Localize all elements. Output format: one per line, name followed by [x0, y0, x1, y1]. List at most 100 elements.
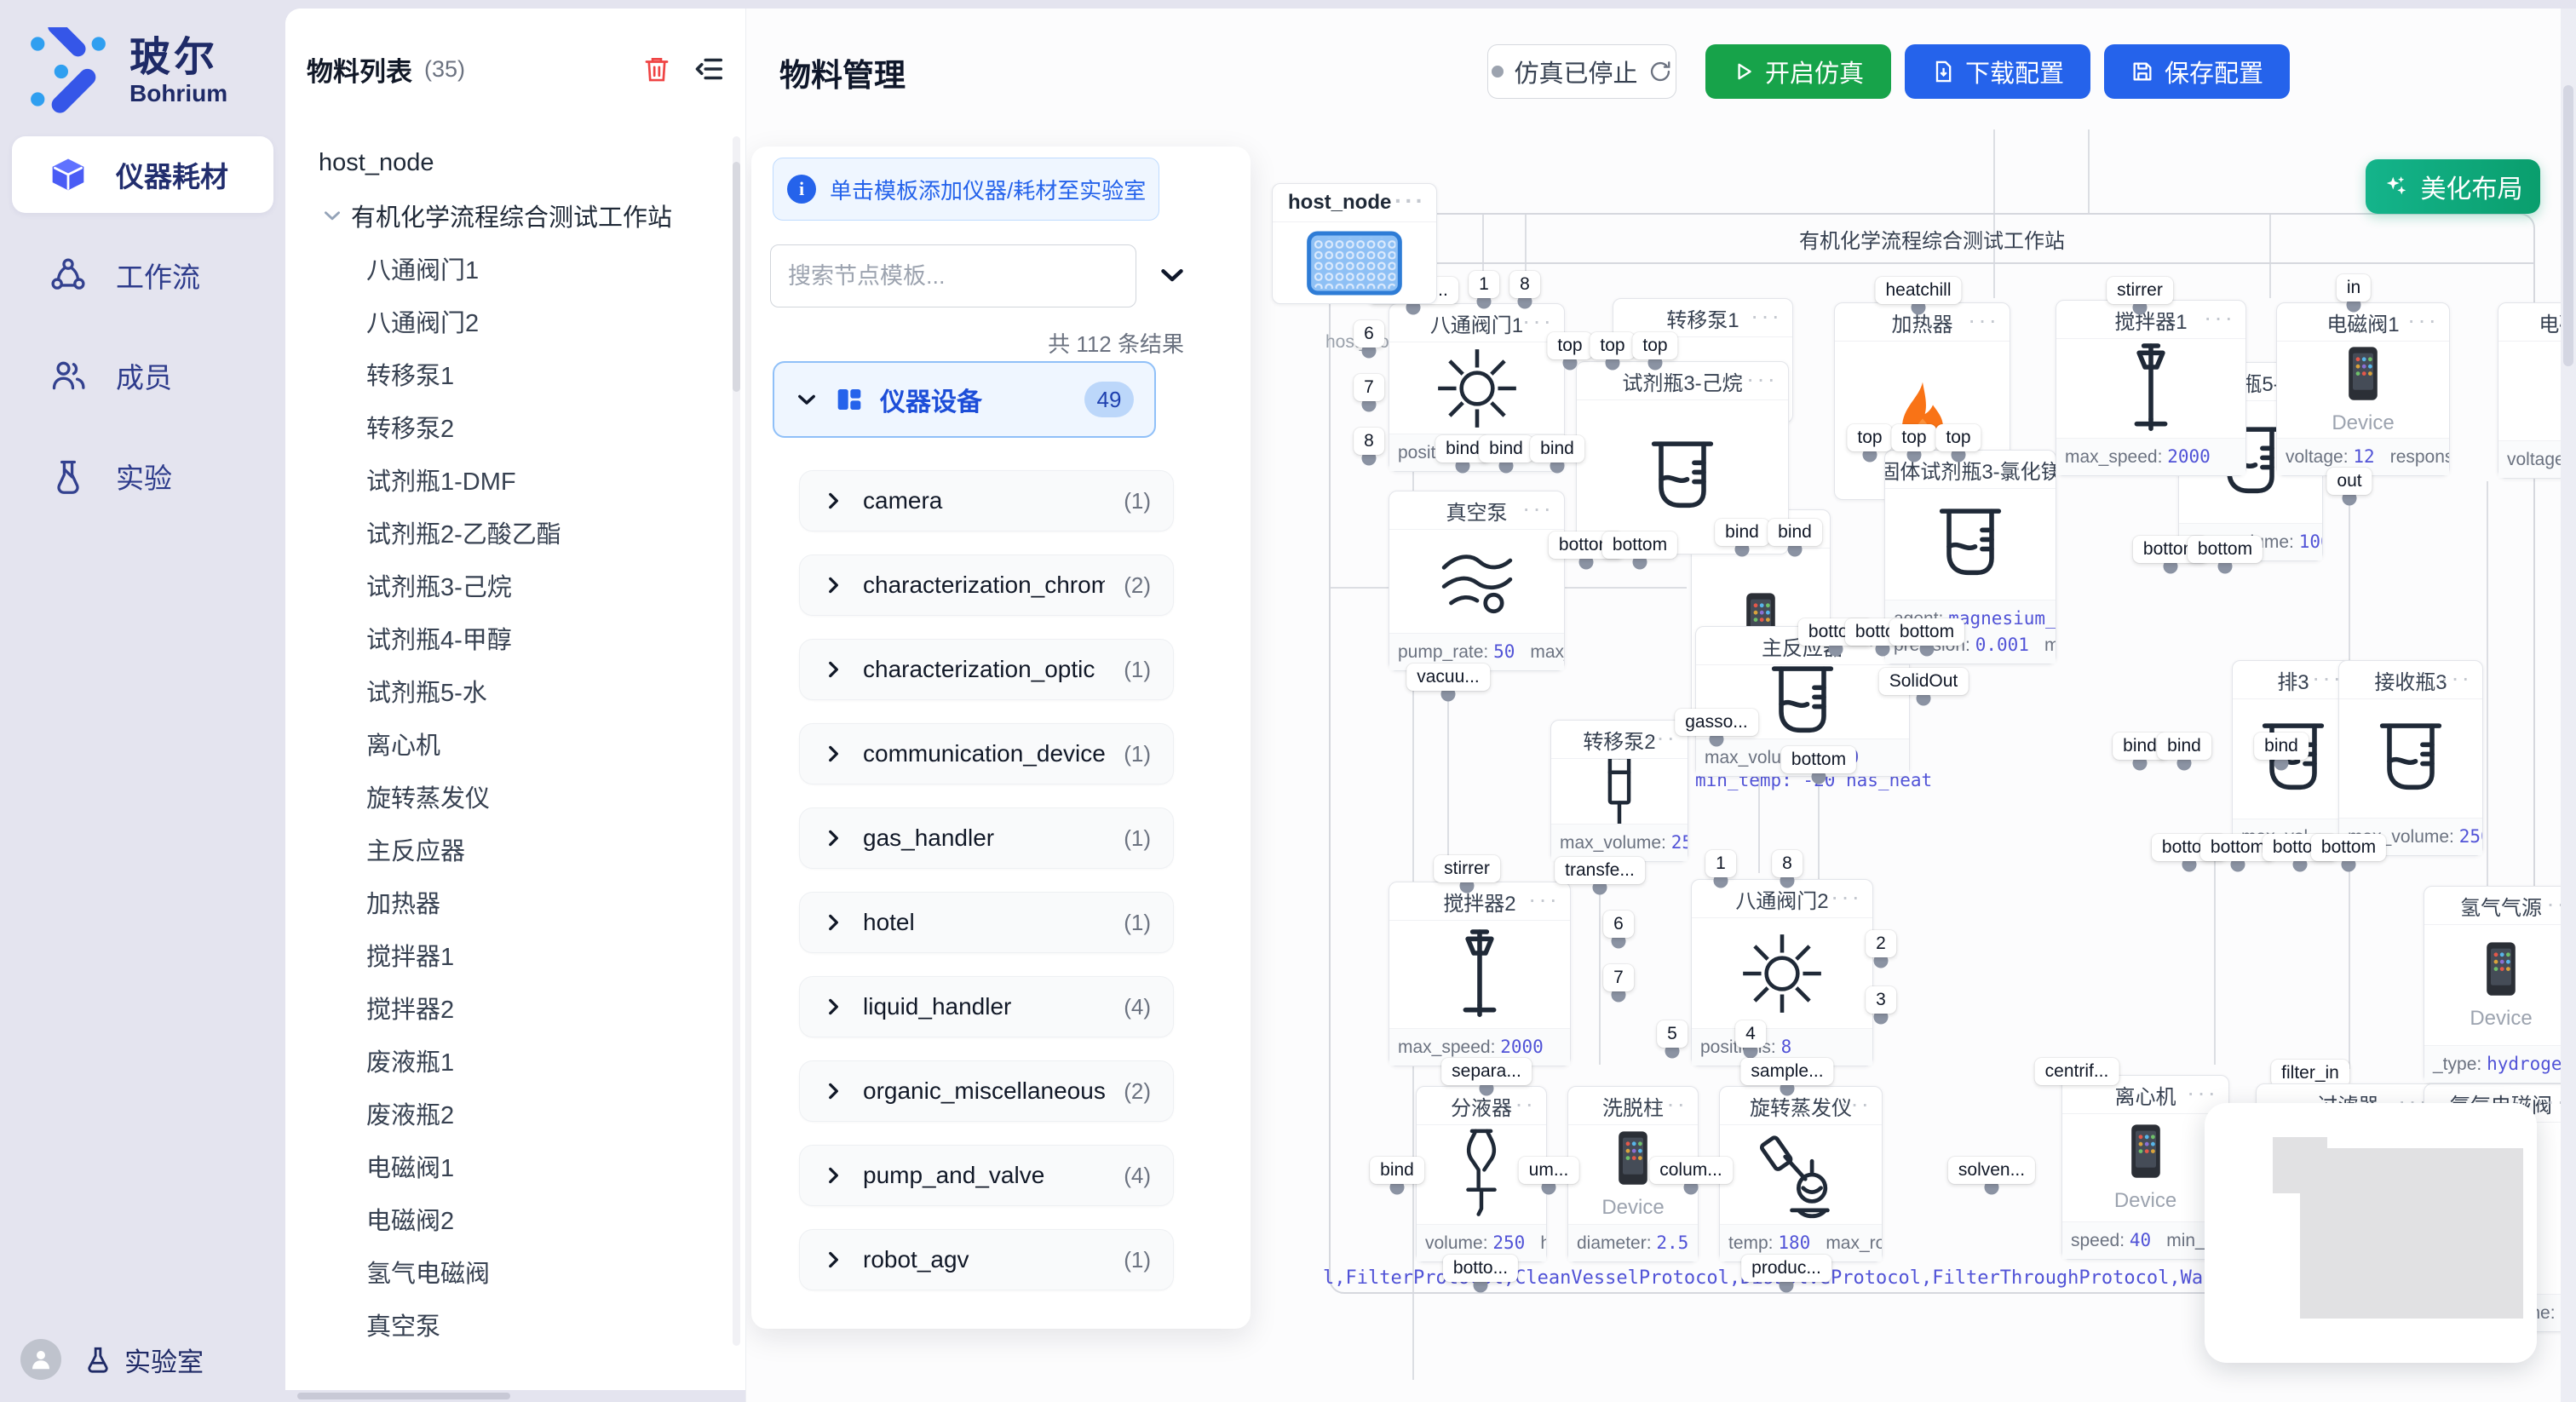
node-menu-icon[interactable]: ··· — [1528, 886, 1560, 913]
port-pill-bind[interactable]: bind — [1479, 435, 1533, 463]
port-pill-top[interactable]: top — [1847, 424, 1892, 451]
category-row-communication_devices[interactable]: communication_devices (1) — [799, 723, 1174, 784]
port-pill-8[interactable]: 8 — [1509, 271, 1540, 298]
port-pill-bottom[interactable]: bottom — [2188, 536, 2263, 563]
port-pill-stirrer[interactable]: stirrer — [1434, 855, 1500, 882]
port-pill-bind[interactable]: bind — [1715, 519, 1769, 546]
port-pill-top[interactable]: top — [1891, 424, 1936, 451]
node-menu-icon[interactable]: ··· — [1522, 495, 1554, 522]
graph-node[interactable]: 真空泵···pump_rate: 50max_vacuum: 0.1 — [1389, 491, 1565, 671]
node-menu-icon[interactable]: ··· — [1840, 1090, 1872, 1118]
node-menu-icon[interactable]: ··· — [1656, 1090, 1688, 1118]
category-row-liquid_handler[interactable]: liquid_handler (4) — [799, 976, 1174, 1037]
port-pill-um[interactable]: um... — [1519, 1157, 1579, 1184]
port-pill-bind[interactable]: bind — [2157, 733, 2211, 760]
port-pill-colum[interactable]: colum... — [1649, 1157, 1733, 1184]
start-simulation-button[interactable]: 开启仿真 — [1705, 44, 1891, 99]
tree-item[interactable]: 试剂瓶1-DMF — [307, 453, 711, 506]
port-pill-bind[interactable]: bind — [2254, 733, 2309, 760]
node-menu-icon[interactable]: ··· — [1831, 883, 1862, 911]
outdent-list-icon[interactable] — [693, 54, 724, 84]
category-row-characterization_optic[interactable]: characterization_optic (1) — [799, 639, 1174, 700]
tree-item[interactable]: 转移泵2 — [307, 400, 711, 453]
graph-node[interactable]: 电磁阀1···Devicevoltage: 12response_time: 0… — [2276, 302, 2450, 476]
sidebar-item-workflow[interactable]: 工作流 — [12, 237, 273, 313]
port-pill-3[interactable]: 3 — [1866, 986, 1896, 1014]
tree-item[interactable]: 搅拌器1 — [307, 928, 711, 981]
graph-node[interactable]: 转移泵2···max_volume: 25transfer_rate: 10 — [1550, 720, 1688, 862]
port-pill-top[interactable]: top — [1547, 332, 1592, 359]
port-pill-bottom[interactable]: bottom — [1889, 618, 1964, 646]
category-row-camera[interactable]: camera (1) — [799, 470, 1174, 531]
save-config-button[interactable]: 保存配置 — [2104, 44, 2290, 99]
tree-item[interactable]: 搅拌器2 — [307, 981, 711, 1034]
port-pill-2[interactable]: 2 — [1866, 930, 1896, 957]
node-menu-icon[interactable]: ··· — [2014, 454, 2045, 481]
port-pill-top[interactable]: top — [1590, 332, 1635, 359]
port-pill-heatchill[interactable]: heatchill — [1875, 277, 1961, 304]
chevron-down-icon[interactable] — [313, 204, 351, 227]
page-scrollbar[interactable] — [2561, 9, 2576, 1402]
category-row-characterization_chromatic[interactable]: characterization_chromatic (2) — [799, 554, 1174, 616]
graph-node[interactable]: 八通阀门2···positions: 8 — [1691, 879, 1873, 1066]
sidebar-item-experiment[interactable]: 实验 — [12, 438, 273, 514]
tree-item[interactable]: 真空泵 — [307, 1298, 711, 1351]
port-pill-SolidOut[interactable]: SolidOut — [1879, 668, 1969, 695]
port-pill-bind[interactable]: bind — [1530, 435, 1584, 463]
node-menu-icon[interactable]: ··· — [1394, 187, 1426, 215]
chevron-down-icon[interactable] — [1153, 256, 1191, 293]
graph-node[interactable]: 搅拌器2···max_speed: 2000 — [1389, 882, 1571, 1066]
node-menu-icon[interactable]: ··· — [2536, 890, 2561, 917]
port-pill-gasso[interactable]: gasso... — [1675, 709, 1758, 736]
tree-item[interactable]: 试剂瓶5-水 — [307, 664, 711, 717]
category-row-hotel[interactable]: hotel (1) — [799, 892, 1174, 953]
port-pill-botto[interactable]: botto... — [1443, 1255, 1518, 1282]
port-pill-solven[interactable]: solven... — [1948, 1157, 2035, 1184]
port-pill-vacuu[interactable]: vacuu... — [1406, 664, 1490, 691]
sidebar-footer[interactable]: 实验室 — [20, 1339, 204, 1380]
tree-item[interactable]: 氢气电磁阀 — [307, 1245, 711, 1298]
port-pill-bottom[interactable]: bottom — [1602, 531, 1677, 559]
sidebar-item-cube[interactable]: 仪器耗材 — [12, 136, 273, 213]
tree-item[interactable]: 试剂瓶3-己烷 — [307, 559, 711, 612]
node-menu-icon[interactable]: ··· — [2204, 304, 2235, 331]
node-menu-icon[interactable]: ··· — [1646, 724, 1677, 751]
sidebar-item-members[interactable]: 成员 — [12, 337, 273, 414]
graph-node[interactable]: 氢气气源···Device_type: hydrogenmax_pre — [2424, 886, 2561, 1083]
node-menu-icon[interactable]: ··· — [2407, 307, 2439, 334]
node-menu-icon[interactable]: ··· — [1504, 1090, 1536, 1118]
port-pill-1[interactable]: 1 — [1469, 271, 1499, 298]
port-pill-top[interactable]: top — [1935, 424, 1981, 451]
simulation-status-pill[interactable]: 仿真已停止 — [1487, 44, 1676, 99]
refresh-icon[interactable] — [1648, 60, 1672, 83]
tree-item[interactable]: 试剂瓶4-甲醇 — [307, 612, 711, 664]
port-pill-bind[interactable]: bind — [1768, 519, 1822, 546]
category-row-organic_miscellaneous[interactable]: organic_miscellaneous (2) — [799, 1060, 1174, 1122]
node-menu-icon[interactable]: ··· — [1968, 307, 1999, 334]
port-pill-bind[interactable]: bind — [1370, 1157, 1424, 1184]
minimap[interactable] — [2205, 1103, 2537, 1363]
port-pill-4[interactable]: 4 — [1735, 1020, 1766, 1048]
port-pill-6[interactable]: 6 — [1354, 320, 1384, 348]
graph-node[interactable]: 接收瓶3···max_volume: 250 — [2338, 660, 2483, 856]
port-pill-produc[interactable]: produc... — [1741, 1255, 1831, 1282]
graph-node[interactable]: 搅拌器1···max_speed: 2000 — [2056, 300, 2246, 476]
port-pill-out[interactable]: out — [2326, 468, 2372, 495]
port-pill-transfe[interactable]: transfe... — [1555, 857, 1645, 884]
node-menu-icon[interactable]: ··· — [2441, 664, 2472, 692]
category-row-gas_handler[interactable]: gas_handler (1) — [799, 807, 1174, 869]
tree-item[interactable]: host_node — [307, 136, 711, 189]
graph-node[interactable]: 旋转蒸发仪···temp: 180max_rotation_spe — [1719, 1086, 1883, 1262]
tree-item[interactable]: 八通阀门1 — [307, 242, 711, 295]
tree-item[interactable]: 废液瓶2 — [307, 1087, 711, 1140]
port-pill-7[interactable]: 7 — [1603, 964, 1634, 991]
port-pill-1[interactable]: 1 — [1705, 850, 1736, 877]
port-pill-in[interactable]: in — [2337, 274, 2371, 302]
port-pill-bottom[interactable]: bottom — [1781, 746, 1856, 773]
node-menu-icon[interactable]: ··· — [2536, 1088, 2561, 1115]
port-pill-stirrer[interactable]: stirrer — [2107, 277, 2173, 304]
port-pill-top[interactable]: top — [1632, 332, 1677, 359]
graph-node[interactable]: 电磁阀2···voltage: 12 — [2498, 302, 2561, 479]
tree-item[interactable]: 转移泵1 — [307, 348, 711, 400]
category-row-robot_agv[interactable]: robot_agv (1) — [799, 1229, 1174, 1290]
